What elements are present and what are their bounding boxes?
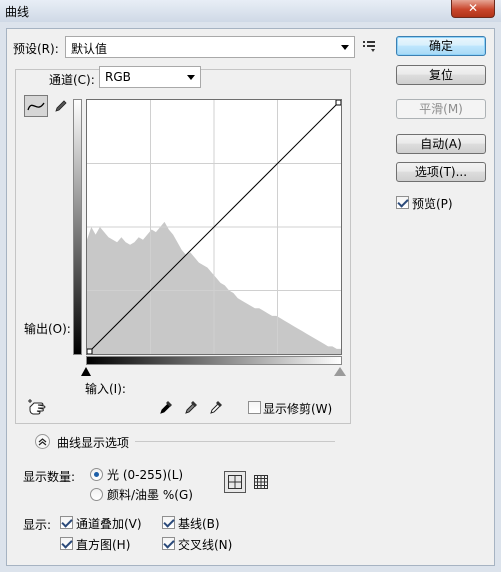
channel-overlay-label: 通道叠加(V) <box>76 517 142 531</box>
white-point-slider[interactable] <box>334 367 346 376</box>
show-amount-label: 显示数量: <box>23 470 76 484</box>
chevron-down-icon <box>341 45 349 50</box>
preset-menu-icon[interactable] <box>361 37 379 55</box>
preview-label: 预览(P) <box>412 197 453 211</box>
histogram-label: 直方图(H) <box>76 538 131 552</box>
channel-overlay-checkbox[interactable] <box>60 516 73 529</box>
pigment-radio-label: 颜料/油墨 %(G) <box>107 488 193 502</box>
pencil-icon[interactable] <box>50 95 72 117</box>
preset-label: 预设(R): <box>13 42 59 56</box>
curve-display-options-label: 曲线显示选项 <box>57 436 130 450</box>
ok-button[interactable]: 确定 <box>396 36 486 56</box>
curve-tool-icon[interactable] <box>24 95 48 117</box>
curves-dialog: 预设(R): 默认值 确定 复位 平滑(M) 自动(A) 选项(T)... 预览… <box>6 28 495 566</box>
close-button[interactable]: ✕ <box>451 0 495 18</box>
close-icon: ✕ <box>467 1 479 15</box>
curve-point[interactable] <box>335 100 341 106</box>
show-clipping-checkbox[interactable] <box>248 401 261 414</box>
options-button[interactable]: 选项(T)... <box>396 162 486 182</box>
white-eyedropper-icon[interactable] <box>207 397 225 417</box>
auto-button[interactable]: 自动(A) <box>396 134 486 154</box>
curve-graph[interactable] <box>86 99 342 355</box>
output-gradient-bar <box>73 99 82 355</box>
histogram-checkbox[interactable] <box>60 537 73 550</box>
smooth-button[interactable]: 平滑(M) <box>396 99 486 119</box>
channel-value: RGB <box>105 70 131 84</box>
intersection-label: 交叉线(N) <box>178 538 233 552</box>
reset-button[interactable]: 复位 <box>396 65 486 85</box>
intersection-checkbox[interactable] <box>162 537 175 550</box>
baseline-checkbox[interactable] <box>162 516 175 529</box>
show-clipping-label: 显示修剪(W) <box>263 402 333 416</box>
light-radio[interactable] <box>90 468 103 481</box>
chevron-down-icon <box>187 75 195 80</box>
output-label: 输出(O): <box>24 322 71 336</box>
curve-svg[interactable] <box>87 100 341 354</box>
curve-point[interactable] <box>87 348 93 354</box>
hand-adjust-icon[interactable] <box>27 397 49 417</box>
show-label: 显示: <box>23 518 52 532</box>
grid-4x4-icon[interactable] <box>224 471 246 493</box>
chevron-up-icon <box>38 438 47 446</box>
channel-label: 通道(C): <box>49 73 95 87</box>
input-gradient-bar <box>86 356 342 365</box>
grid-10x10-icon[interactable] <box>250 471 272 493</box>
gray-eyedropper-icon[interactable] <box>182 397 200 417</box>
black-point-slider[interactable] <box>81 367 91 376</box>
collapse-toggle[interactable] <box>35 434 50 449</box>
baseline-label: 基线(B) <box>178 517 220 531</box>
preset-value: 默认值 <box>71 42 108 56</box>
preset-dropdown[interactable]: 默认值 <box>65 36 355 58</box>
black-eyedropper-icon[interactable] <box>157 397 175 417</box>
pigment-radio[interactable] <box>90 488 103 501</box>
title-bar: 曲线 ✕ <box>0 0 501 22</box>
options-divider <box>135 441 335 442</box>
channel-dropdown[interactable]: RGB <box>99 66 201 88</box>
light-radio-label: 光 (0-255)(L) <box>107 468 184 482</box>
window-title: 曲线 <box>5 5 30 19</box>
input-label: 输入(I): <box>85 382 126 396</box>
preview-checkbox[interactable] <box>396 196 409 209</box>
